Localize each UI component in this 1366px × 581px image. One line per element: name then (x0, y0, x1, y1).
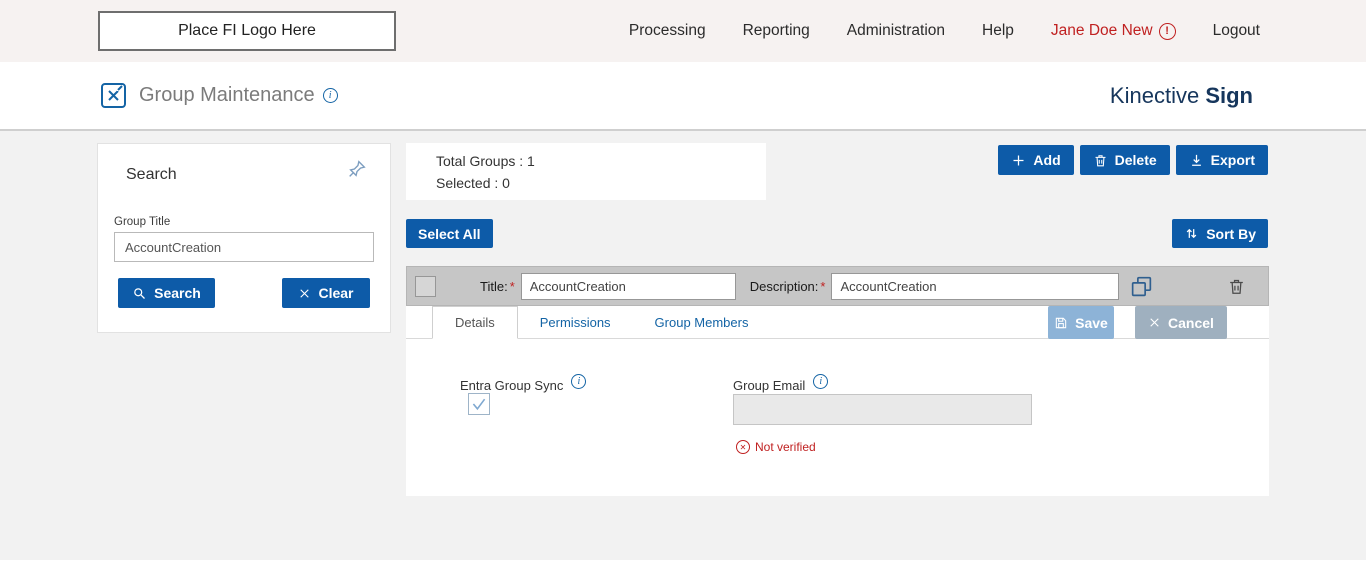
page-header: Group Maintenance i Kinective Sign (0, 62, 1366, 131)
tab-actions: Save Cancel (1048, 306, 1227, 338)
description-label: Description:* (750, 279, 826, 294)
save-disk-icon (1054, 316, 1068, 330)
save-button[interactable]: Save (1048, 306, 1114, 339)
nav-reporting[interactable]: Reporting (743, 22, 810, 40)
tab-permissions[interactable]: Permissions (518, 306, 633, 338)
top-nav: Processing Reporting Administration Help… (629, 22, 1260, 40)
delete-button[interactable]: Delete (1080, 145, 1170, 175)
tab-bar: Details Permissions Group Members Save (406, 306, 1269, 339)
cancel-x-icon (1148, 316, 1161, 329)
group-title-input[interactable] (114, 232, 374, 262)
search-panel: Search Group Title Search (97, 143, 391, 333)
summary-card: Total Groups : 1 Selected : 0 (406, 143, 766, 200)
search-icon (132, 286, 147, 301)
details-tab-panel: Entra Group Synci Group Emaili ✕ Not ver… (406, 339, 1269, 496)
required-asterisk: * (820, 279, 825, 294)
entra-info-icon[interactable]: i (571, 374, 586, 389)
row-trash-icon[interactable] (1227, 277, 1246, 296)
group-email-info-icon[interactable]: i (813, 374, 828, 389)
export-button[interactable]: Export (1176, 145, 1268, 175)
not-verified-x-icon: ✕ (736, 440, 750, 454)
group-title-label: Group Title (114, 216, 170, 228)
download-icon (1189, 153, 1204, 168)
plus-icon (1011, 153, 1026, 168)
content-area: Search Group Title Search (0, 131, 1366, 581)
clear-button[interactable]: Clear (282, 278, 370, 308)
brand-logo: Kinective Sign (1110, 83, 1253, 109)
cancel-button[interactable]: Cancel (1135, 306, 1227, 339)
title-input[interactable] (521, 273, 736, 300)
search-panel-title: Search (126, 166, 177, 184)
total-groups-count: Total Groups : 1 (436, 153, 766, 169)
nav-help[interactable]: Help (982, 22, 1014, 40)
page-title-info-icon[interactable]: i (323, 88, 338, 103)
nav-processing[interactable]: Processing (629, 22, 706, 40)
row-checkbox[interactable] (415, 276, 436, 297)
trash-icon (1093, 153, 1108, 168)
selected-count: Selected : 0 (436, 175, 766, 191)
group-row: Title:* Description:* (406, 266, 1269, 306)
required-asterisk: * (510, 279, 515, 294)
brand-regular: Kinective (1110, 83, 1199, 108)
description-input[interactable] (831, 273, 1119, 300)
detail-card: Details Permissions Group Members Save (406, 306, 1269, 496)
nav-logout[interactable]: Logout (1213, 22, 1260, 40)
entra-group-sync-checkbox[interactable] (468, 393, 490, 415)
title-label: Title:* (480, 279, 515, 294)
user-alert-icon[interactable]: ! (1159, 23, 1176, 40)
toolbar: Add Delete Export (998, 145, 1268, 175)
entra-group-sync-label: Entra Group Synci (460, 374, 586, 393)
copy-icon[interactable] (1129, 274, 1154, 299)
brand-bold: Sign (1205, 83, 1253, 108)
pin-icon[interactable] (346, 158, 368, 180)
group-email-label: Group Emaili (733, 374, 828, 393)
fi-logo-placeholder: Place FI Logo Here (98, 11, 396, 51)
nav-administration[interactable]: Administration (847, 22, 945, 40)
nav-user[interactable]: Jane Doe New ! (1051, 22, 1176, 40)
fi-logo-text: Place FI Logo Here (178, 22, 316, 40)
select-all-button[interactable]: Select All (406, 219, 493, 248)
tab-group-members[interactable]: Group Members (633, 306, 771, 338)
clear-x-icon (298, 287, 311, 300)
group-email-input[interactable] (733, 394, 1032, 425)
add-button[interactable]: Add (998, 145, 1073, 175)
sort-by-button[interactable]: Sort By (1172, 219, 1268, 248)
tab-details[interactable]: Details (432, 306, 518, 339)
user-name: Jane Doe New (1051, 22, 1153, 40)
page-title: Group Maintenance (139, 84, 315, 107)
app-window: Place FI Logo Here Processing Reporting … (0, 0, 1366, 581)
not-verified-status: ✕ Not verified (736, 440, 816, 454)
sort-arrows-icon (1184, 226, 1199, 241)
footer-strip (0, 560, 1366, 581)
top-bar: Place FI Logo Here Processing Reporting … (0, 0, 1366, 62)
group-maintenance-icon (100, 82, 127, 109)
search-button[interactable]: Search (118, 278, 215, 308)
